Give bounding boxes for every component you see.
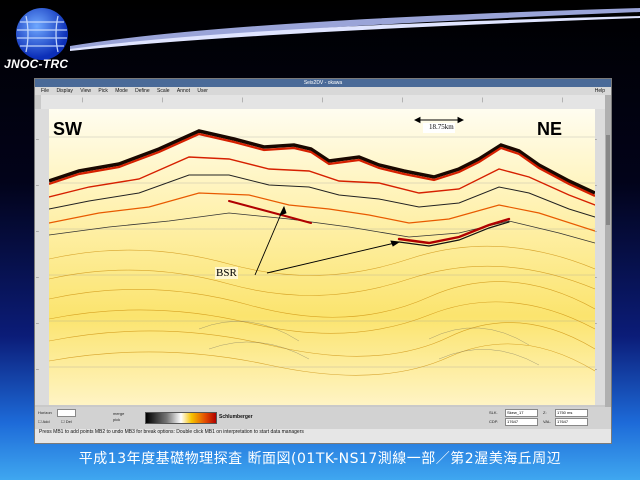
field-z[interactable]: 1750 ms xyxy=(555,409,588,417)
vertical-scrollbar[interactable] xyxy=(605,95,611,421)
menu-mode[interactable]: Mode xyxy=(115,87,128,95)
field-val[interactable]: 17647 xyxy=(555,418,588,426)
merge-label: merge xyxy=(113,411,125,416)
sw-label: SW xyxy=(53,119,82,139)
slide-caption: 平成13年度基礎物理探査 断面図(01TK-NS17測線一部／第2渥美海丘周辺 xyxy=(78,451,562,467)
field-label-cdp: CDP. xyxy=(489,419,499,424)
menu-display[interactable]: Display xyxy=(56,87,72,95)
pick-label: pick xyxy=(113,417,121,422)
brand-name: JNOC-TRC xyxy=(4,57,69,71)
ruler-tick: │ xyxy=(401,97,404,102)
header-swoosh xyxy=(70,8,640,51)
menu-pick[interactable]: Pick xyxy=(98,87,107,95)
scrollbar-thumb[interactable] xyxy=(606,135,610,225)
menu-bar: File Display View Pick Mode Define Scale… xyxy=(35,87,611,95)
window-title: Seis2DV - okawa xyxy=(35,79,611,87)
axis-tick: ─ xyxy=(36,229,39,234)
amplitude-colorbar xyxy=(145,412,217,424)
field-cdp[interactable]: 17647 xyxy=(505,418,538,426)
ruler-tick: │ xyxy=(321,97,324,102)
checkbox-del-label: Del xyxy=(65,419,72,424)
time-axis-left: ─ ─ ─ ─ ─ ─ xyxy=(35,109,49,405)
menu-user[interactable]: User xyxy=(197,87,208,95)
horizon-select[interactable] xyxy=(57,409,76,417)
horizon-label: Horizon xyxy=(38,410,52,415)
field-slk[interactable]: Skew_17 xyxy=(505,409,538,417)
field-label-slk: SLK. xyxy=(489,410,498,415)
axis-tick: ─ xyxy=(36,367,39,372)
menu-define[interactable]: Define xyxy=(135,87,149,95)
bsr-label: BSR xyxy=(215,267,238,279)
status-bar: Press MB1 to add points MB2 to undo MB3 … xyxy=(35,429,611,443)
seismic-section[interactable] xyxy=(49,109,595,405)
menu-help[interactable]: Help xyxy=(595,87,605,95)
field-label-val: VAL. xyxy=(543,419,552,424)
checkbox-add-label: Add xyxy=(42,419,50,424)
menu-annot[interactable]: Annot xyxy=(177,87,190,95)
axis-tick: ─ xyxy=(36,183,39,188)
seismic-viewer-window: Seis2DV - okawa File Display View Pick M… xyxy=(34,78,612,444)
checkbox-del[interactable]: ☐ Del xyxy=(61,419,72,424)
cdp-ruler: │ │ │ │ │ │ │ xyxy=(41,95,605,109)
bottom-controls: Horizon ☐ Add ☐ Del merge pick Schlumber… xyxy=(35,407,611,429)
menu-view[interactable]: View xyxy=(80,87,91,95)
axis-tick: ─ xyxy=(36,321,39,326)
ruler-tick: │ xyxy=(81,97,84,102)
field-label-z: Z: xyxy=(543,410,547,415)
vendor-logo: Schlumberger xyxy=(219,414,253,420)
ne-label: NE xyxy=(537,119,563,139)
ruler-tick: │ xyxy=(561,97,564,102)
ruler-tick: │ xyxy=(161,97,164,102)
menu-scale[interactable]: Scale xyxy=(157,87,170,95)
menu-file[interactable]: File xyxy=(41,87,49,95)
scale-bar-label: 18.75km xyxy=(429,123,454,131)
checkbox-add[interactable]: ☐ Add xyxy=(38,419,50,424)
axis-tick: ─ xyxy=(36,275,39,280)
axis-tick: ─ xyxy=(36,137,39,142)
ruler-tick: │ xyxy=(481,97,484,102)
ruler-tick: │ xyxy=(241,97,244,102)
